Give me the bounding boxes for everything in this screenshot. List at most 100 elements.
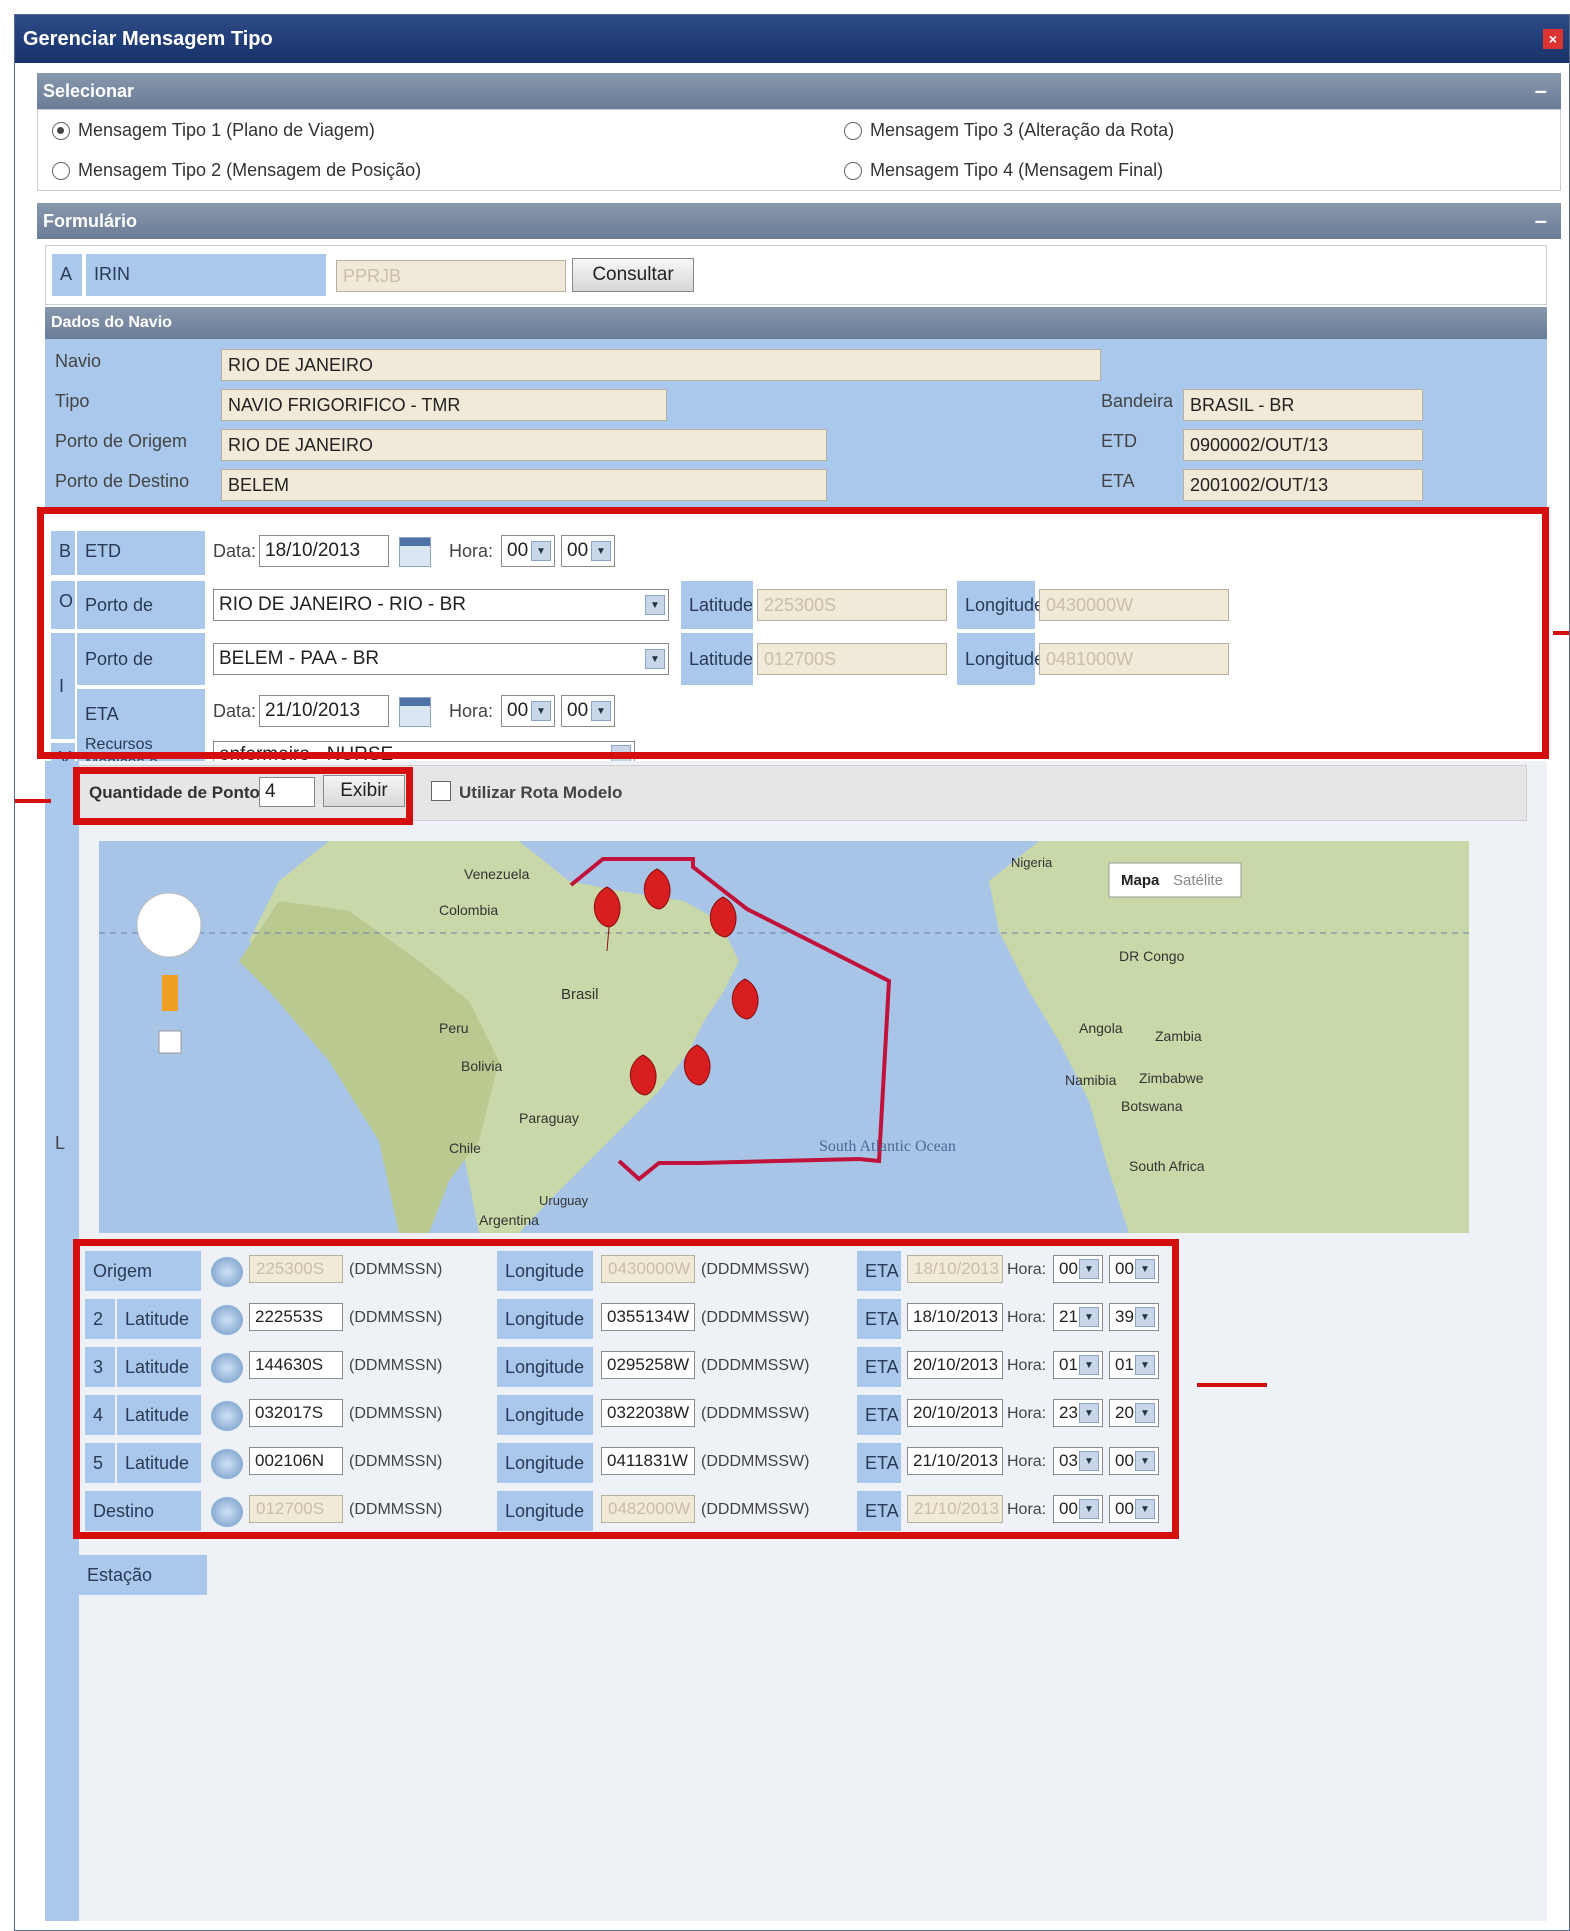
longitude-input[interactable]: 0355134W — [601, 1303, 695, 1331]
map-label-bolivia: Bolivia — [461, 1058, 502, 1074]
hora-label: Hora: — [1007, 1309, 1047, 1326]
latitude-input: 225300S — [249, 1255, 343, 1283]
route-map[interactable]: Mapa Satélite Venezuela Colombia Brasil … — [99, 841, 1469, 1233]
hora-label: Hora: — [1007, 1261, 1047, 1278]
latitude-input[interactable]: 032017S — [249, 1399, 343, 1427]
chevron-down-icon[interactable]: ▼ — [1135, 1451, 1155, 1471]
letter-l: L — [55, 1133, 66, 1153]
hour-select[interactable]: 00 ▼ — [1053, 1255, 1103, 1283]
eta-date-input[interactable]: 20/10/2013 — [907, 1351, 1003, 1379]
minute-select[interactable]: 39 ▼ — [1109, 1303, 1159, 1331]
globe-icon[interactable] — [211, 1257, 243, 1287]
map-label-uruguay: Uruguay — [539, 1193, 589, 1208]
minute-value: 20 — [1115, 1403, 1134, 1422]
mapa-button[interactable]: Mapa — [1121, 872, 1160, 889]
minute-select[interactable]: 01 ▼ — [1109, 1351, 1159, 1379]
formulario-header[interactable]: Formulário – — [37, 203, 1561, 239]
close-icon[interactable]: × — [1543, 29, 1563, 49]
chevron-down-icon[interactable]: ▼ — [1079, 1403, 1099, 1423]
map-label-venezuela: Venezuela — [464, 866, 530, 882]
chevron-down-icon[interactable]: ▼ — [1135, 1307, 1155, 1327]
latitude-format: (DDMMSSN) — [349, 1261, 443, 1278]
latitude-input[interactable]: 002106N — [249, 1447, 343, 1475]
map-marker-icon[interactable] — [731, 978, 759, 1020]
radio-tipo-4[interactable]: Mensagem Tipo 4 (Mensagem Final) — [844, 160, 1163, 181]
longitude-input[interactable]: 0295258W — [601, 1351, 695, 1379]
pegman-icon[interactable] — [162, 975, 178, 1011]
hour-select[interactable]: 23 ▼ — [1053, 1399, 1103, 1427]
radio-tipo-4-label: Mensagem Tipo 4 (Mensagem Final) — [870, 160, 1164, 180]
chevron-down-icon[interactable]: ▼ — [1079, 1259, 1099, 1279]
radio-tipo-3[interactable]: Mensagem Tipo 3 (Alteração da Rota) — [844, 120, 1174, 141]
collapse-icon[interactable]: – — [1535, 203, 1547, 239]
hour-select[interactable]: 03 ▼ — [1053, 1447, 1103, 1475]
radio-icon[interactable] — [52, 162, 70, 181]
consultar-button[interactable]: Consultar — [572, 258, 694, 292]
radio-icon[interactable] — [844, 162, 862, 181]
row-latitude-label: Latitude — [117, 1299, 201, 1339]
longitude-input[interactable]: 0322038W — [601, 1399, 695, 1427]
chevron-down-icon[interactable]: ▼ — [1079, 1355, 1099, 1375]
radio-selected-icon[interactable] — [52, 122, 70, 141]
selecionar-header[interactable]: Selecionar – — [37, 73, 1561, 109]
navio-field: RIO DE JANEIRO — [221, 349, 1101, 381]
pan-control-icon[interactable] — [136, 892, 202, 958]
radio-tipo-3-label: Mensagem Tipo 3 (Alteração da Rota) — [870, 120, 1175, 140]
minute-select[interactable]: 00 ▼ — [1109, 1447, 1159, 1475]
chevron-down-icon[interactable]: ▼ — [1135, 1499, 1155, 1519]
radio-icon[interactable] — [844, 122, 862, 141]
latitude-input[interactable]: 144630S — [249, 1351, 343, 1379]
hour-value: 00 — [1059, 1259, 1078, 1278]
map-label-nigeria: Nigeria — [1011, 855, 1053, 870]
dados-navio-title: Dados do Navio — [51, 314, 172, 331]
minute-select[interactable]: 00 ▼ — [1109, 1255, 1159, 1283]
minute-select[interactable]: 00 ▼ — [1109, 1495, 1159, 1523]
map-label-drcongo: DR Congo — [1119, 948, 1185, 964]
chevron-down-icon[interactable]: ▼ — [1135, 1403, 1155, 1423]
latitude-input[interactable]: 222553S — [249, 1303, 343, 1331]
longitude-format: (DDDMMSSW) — [701, 1453, 810, 1470]
highlight-pontos — [73, 767, 413, 825]
eta-label: ETA — [1101, 471, 1135, 491]
globe-icon[interactable] — [211, 1401, 243, 1431]
hour-select[interactable]: 00 ▼ — [1053, 1495, 1103, 1523]
satelite-button[interactable]: Satélite — [1173, 872, 1223, 889]
rota-modelo-checkbox[interactable] — [431, 781, 451, 801]
collapse-icon[interactable]: – — [1535, 73, 1547, 109]
irin-field[interactable]: PPRJB — [336, 260, 566, 292]
eta-date-input[interactable]: 21/10/2013 — [907, 1447, 1003, 1475]
globe-icon[interactable] — [211, 1449, 243, 1479]
chevron-down-icon[interactable]: ▼ — [1079, 1499, 1099, 1519]
radio-tipo-2[interactable]: Mensagem Tipo 2 (Mensagem de Posição) — [52, 160, 421, 181]
globe-icon[interactable] — [211, 1353, 243, 1383]
minute-select[interactable]: 20 ▼ — [1109, 1399, 1159, 1427]
highlight-viagem — [37, 507, 1549, 759]
hour-select[interactable]: 21 ▼ — [1053, 1303, 1103, 1331]
hora-label: Hora: — [1007, 1357, 1047, 1374]
map-label-colombia: Colombia — [439, 902, 498, 918]
hora-label: Hora: — [1007, 1501, 1047, 1518]
hour-select[interactable]: 01 ▼ — [1053, 1351, 1103, 1379]
map-label-angola: Angola — [1079, 1020, 1123, 1036]
destino-field: BELEM — [221, 469, 827, 501]
zoom-in-icon[interactable] — [158, 1030, 182, 1054]
eta-date-input[interactable]: 18/10/2013 — [907, 1303, 1003, 1331]
radio-tipo-2-label: Mensagem Tipo 2 (Mensagem de Posição) — [78, 160, 422, 180]
letter-a: A — [52, 254, 82, 296]
highlight-rota — [73, 1239, 1179, 1539]
longitude-format: (DDDMMSSW) — [701, 1501, 810, 1518]
longitude-input[interactable]: 0411831W — [601, 1447, 695, 1475]
chevron-down-icon[interactable]: ▼ — [1079, 1451, 1099, 1471]
chevron-down-icon[interactable]: ▼ — [1079, 1307, 1099, 1327]
hora-label: Hora: — [1007, 1405, 1047, 1422]
globe-icon[interactable] — [211, 1305, 243, 1335]
eta-date-input[interactable]: 20/10/2013 — [907, 1399, 1003, 1427]
longitude-input: 0482000W — [601, 1495, 695, 1523]
hour-value: 00 — [1059, 1499, 1078, 1518]
bandeira-label: Bandeira — [1101, 391, 1174, 411]
selecionar-body: Mensagem Tipo 1 (Plano de Viagem) Mensag… — [37, 109, 1561, 191]
globe-icon[interactable] — [211, 1497, 243, 1527]
radio-tipo-1[interactable]: Mensagem Tipo 1 (Plano de Viagem) — [52, 120, 375, 141]
chevron-down-icon[interactable]: ▼ — [1135, 1355, 1155, 1375]
chevron-down-icon[interactable]: ▼ — [1135, 1259, 1155, 1279]
